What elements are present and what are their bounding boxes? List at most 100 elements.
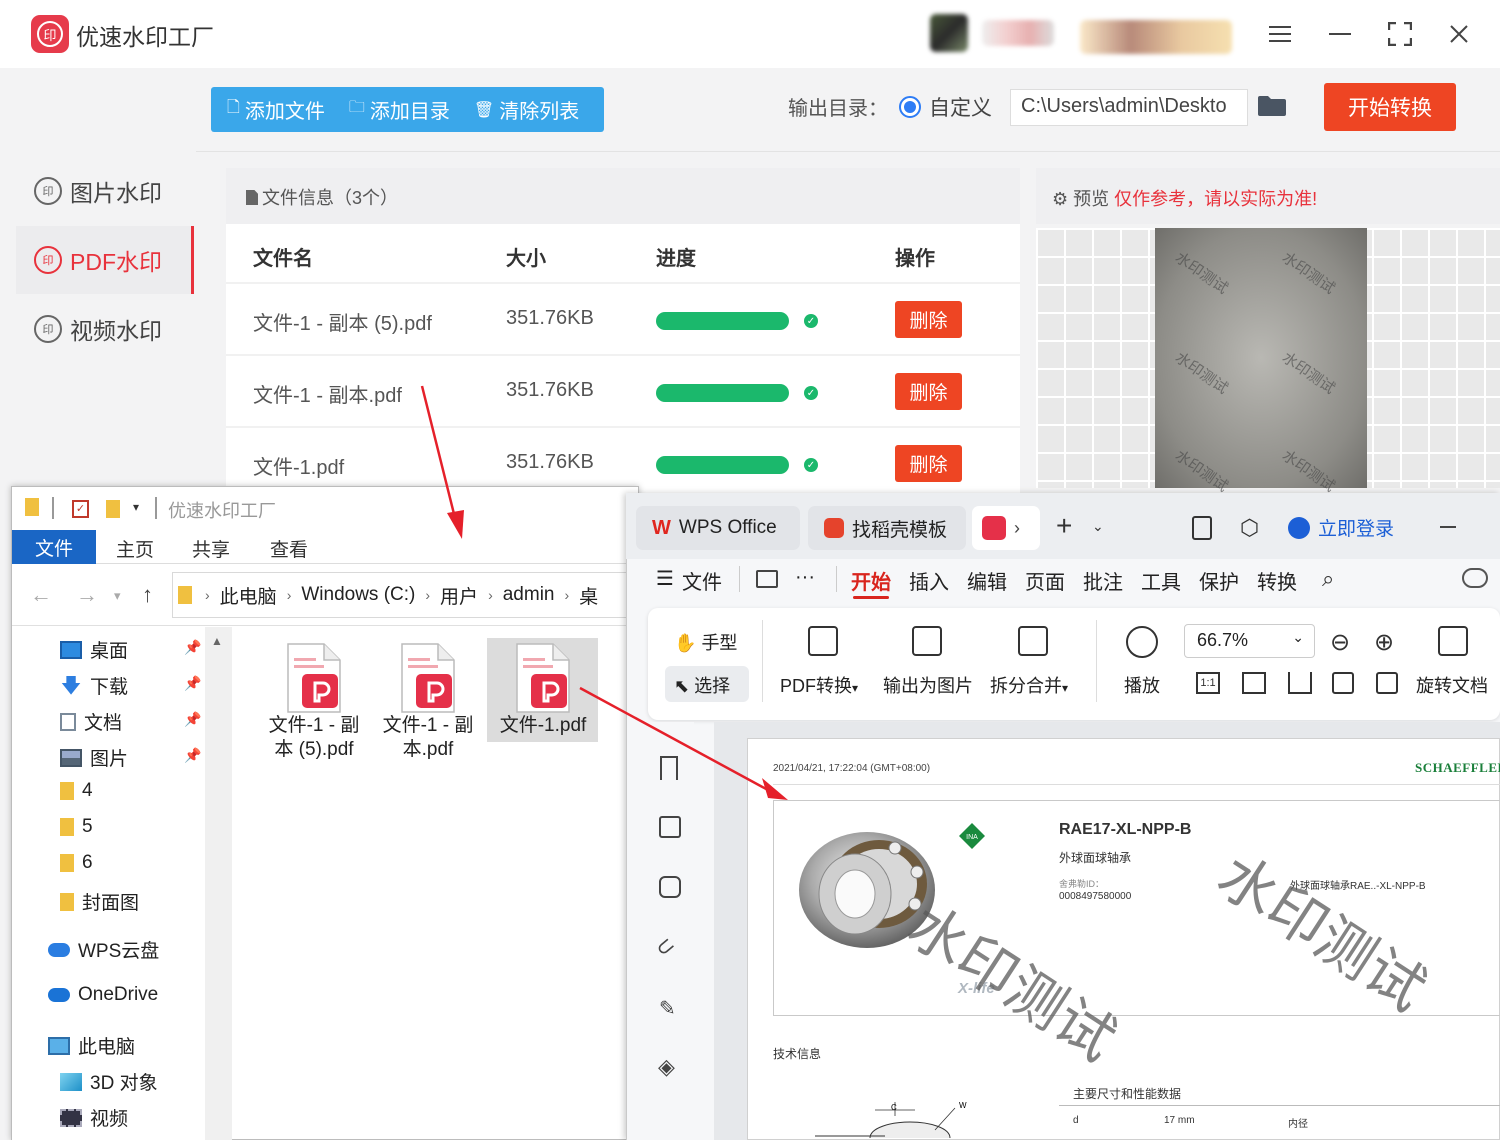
menu-icon[interactable]: ☰ — [656, 566, 674, 591]
tab-wps-office[interactable]: W WPS Office — [636, 506, 800, 550]
menu-protect[interactable]: 保护 — [1199, 566, 1239, 595]
add-directory-button[interactable]: 🗀 添加目录 — [349, 95, 450, 124]
sidebar-item-image-watermark[interactable]: 印 图片水印 — [16, 157, 194, 225]
new-folder-icon[interactable] — [106, 500, 120, 518]
pdf-file-icon[interactable] — [398, 642, 458, 714]
up-icon[interactable]: ↑ — [142, 582, 153, 608]
split-merge-icon[interactable] — [1018, 626, 1048, 656]
tab-home[interactable]: 主页 — [116, 535, 154, 562]
add-file-button[interactable]: 🗋 添加文件 — [227, 95, 325, 124]
file-name[interactable]: 文件-1 - 副本 (5).pdf — [264, 714, 364, 762]
clear-list-button[interactable]: 🗑 清除列表 — [474, 95, 579, 124]
quick-access-dropdown-icon[interactable]: ▾ — [133, 500, 139, 514]
delete-button[interactable]: 删除 — [895, 373, 962, 410]
pdf-convert-button[interactable]: PDF转换▾ — [780, 672, 858, 698]
rotate-document-icon[interactable] — [1438, 626, 1468, 656]
thumbnail-icon[interactable] — [659, 816, 681, 838]
fit-width-icon[interactable] — [1288, 672, 1312, 694]
output-path-input[interactable]: C:\Users\admin\Deskto — [1010, 89, 1248, 126]
layers-icon[interactable]: ◈ — [658, 1054, 675, 1080]
breadcrumb-item[interactable]: Windows (C:) — [301, 584, 415, 606]
custom-output-radio[interactable] — [899, 96, 921, 118]
properties-icon[interactable]: ✓ — [72, 500, 89, 518]
nav-item-videos[interactable]: 视频 — [60, 1104, 128, 1131]
close-icon[interactable] — [1441, 16, 1477, 52]
split-merge-button[interactable]: 拆分合并▾ — [990, 672, 1068, 698]
menu-insert[interactable]: 插入 — [909, 566, 949, 595]
cloud-icon[interactable] — [1462, 568, 1488, 588]
search-icon[interactable]: ⌕ — [1322, 566, 1334, 592]
fullscreen-icon[interactable] — [1382, 16, 1418, 52]
chevron-down-icon[interactable]: ⌄ — [1092, 518, 1104, 535]
file-name[interactable]: 文件-1.pdf — [493, 714, 593, 738]
play-button[interactable]: 播放 — [1124, 672, 1160, 698]
menu-file[interactable]: 文件 — [682, 566, 722, 595]
comment-icon[interactable] — [659, 876, 681, 898]
nav-item-onedrive[interactable]: OneDrive — [48, 984, 158, 1006]
zoom-in-icon[interactable]: ⊕ — [1374, 628, 1394, 657]
nav-item-wps-cloud[interactable]: WPS云盘 — [48, 936, 159, 963]
menu-page[interactable]: 页面 — [1025, 566, 1065, 595]
export-image-button[interactable]: 输出为图片 — [883, 672, 973, 698]
sidebar-item-pdf-watermark[interactable]: 印 PDF水印 — [16, 226, 194, 294]
nav-item-3d-objects[interactable]: 3D 对象 — [60, 1068, 158, 1095]
cube-icon[interactable]: ⬡ — [1240, 515, 1259, 541]
actual-size-icon[interactable]: 1:1 — [1196, 672, 1220, 694]
delete-button[interactable]: 删除 — [895, 445, 962, 482]
nav-scrollbar[interactable] — [205, 627, 232, 1140]
menu-tools[interactable]: 工具 — [1141, 566, 1181, 595]
rotate-left-icon[interactable] — [1332, 672, 1354, 694]
tab-view[interactable]: 查看 — [270, 535, 308, 562]
fit-page-icon[interactable] — [1242, 672, 1266, 694]
chevron-right-icon[interactable]: › — [1014, 518, 1020, 539]
forward-icon[interactable]: → — [76, 582, 98, 608]
pdf-file-icon[interactable] — [513, 642, 573, 714]
sidebar-item-video-watermark[interactable]: 印 视频水印 — [16, 295, 194, 363]
folder-icon[interactable] — [756, 570, 778, 588]
nav-item-folder-6[interactable]: 6 — [60, 852, 93, 874]
nav-item-downloads[interactable]: 🡇 下载 — [60, 672, 128, 699]
back-icon[interactable]: ← — [30, 582, 52, 608]
menu-icon[interactable] — [1262, 16, 1298, 52]
address-bar[interactable]: › 此电脑 › Windows (C:) › 用户 › admin › 桌 — [172, 572, 638, 618]
breadcrumb-item[interactable]: 用户 — [440, 582, 478, 609]
delete-button[interactable]: 删除 — [895, 301, 962, 338]
login-button[interactable]: 立即登录 — [1288, 514, 1394, 541]
new-tab-icon[interactable]: + — [1056, 510, 1072, 542]
pdf-file-icon[interactable] — [284, 642, 344, 714]
tab-template[interactable]: 找稻壳模板 — [808, 506, 966, 550]
signature-icon[interactable]: ✎ — [659, 996, 676, 1021]
breadcrumb-item[interactable]: admin — [503, 584, 555, 606]
tab-file[interactable]: 文件 — [12, 530, 96, 564]
nav-item-cover[interactable]: 封面图 — [60, 888, 139, 915]
zoom-select[interactable]: 66.7% ⌄ — [1184, 624, 1315, 658]
breadcrumb-item[interactable]: 桌 — [579, 582, 598, 609]
zoom-out-icon[interactable]: ⊖ — [1330, 628, 1350, 657]
window-mode-icon[interactable] — [1192, 516, 1212, 540]
browse-folder-icon[interactable] — [1257, 95, 1287, 117]
file-name[interactable]: 文件-1 - 副本.pdf — [378, 714, 478, 762]
hand-tool[interactable]: ✋ 手型 — [674, 629, 737, 655]
more-icon[interactable]: ··· — [795, 566, 815, 589]
menu-edit[interactable]: 编辑 — [967, 566, 1007, 595]
nav-item-folder-4[interactable]: 4 — [60, 780, 93, 802]
tab-pdf-document[interactable]: › — [972, 506, 1040, 550]
breadcrumb-item[interactable]: 此电脑 — [220, 582, 277, 609]
nav-item-pictures[interactable]: 图片 — [60, 744, 128, 771]
nav-item-documents[interactable]: 文档 — [60, 708, 122, 735]
play-icon[interactable] — [1126, 626, 1158, 658]
minimize-icon[interactable] — [1322, 16, 1358, 52]
pdf-convert-icon[interactable] — [808, 626, 838, 656]
custom-output-label[interactable]: 自定义 — [929, 92, 992, 122]
export-image-icon[interactable] — [912, 626, 942, 656]
select-tool-label[interactable]: ⬉ 选择 — [674, 672, 730, 698]
rotate-right-icon[interactable] — [1376, 672, 1398, 694]
scroll-up-icon[interactable]: ▲ — [211, 634, 223, 648]
menu-convert[interactable]: 转换 — [1257, 566, 1297, 595]
menu-start[interactable]: 开始 — [851, 566, 891, 595]
menu-annotate[interactable]: 批注 — [1083, 566, 1123, 595]
recent-locations-icon[interactable]: ▾ — [114, 588, 121, 604]
start-convert-button[interactable]: 开始转换 — [1324, 83, 1456, 131]
tab-share[interactable]: 共享 — [192, 535, 230, 562]
minimize-icon[interactable] — [1440, 526, 1456, 528]
